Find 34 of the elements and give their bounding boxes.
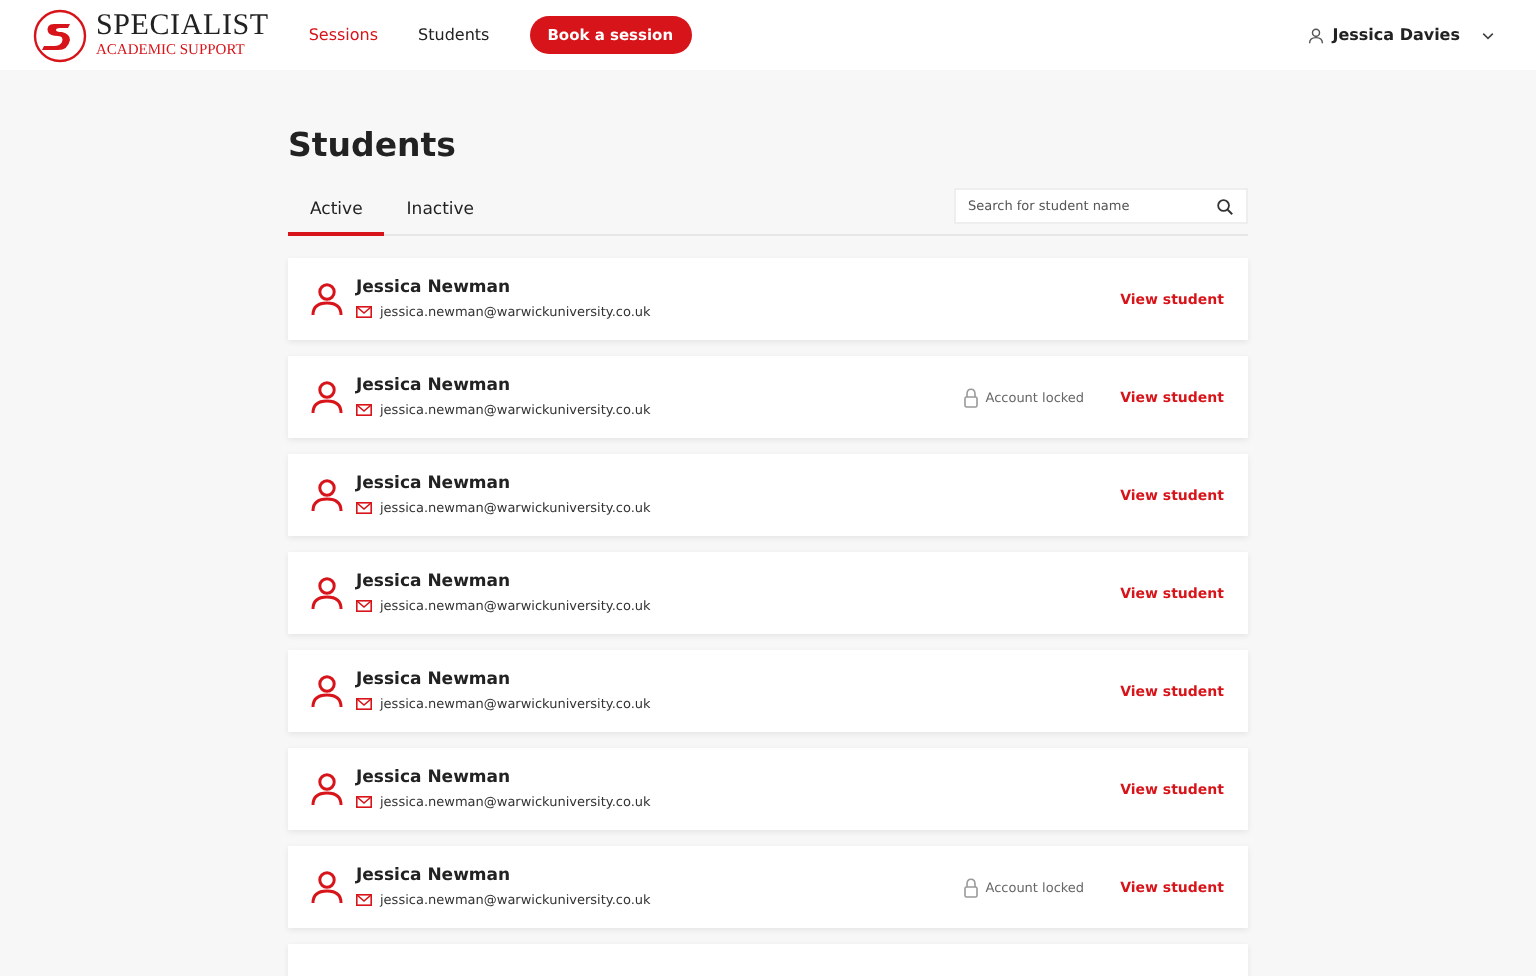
student-name: Jessica Newman (356, 376, 513, 396)
person-icon (310, 870, 344, 904)
person-icon (310, 674, 344, 708)
envelope-icon (356, 502, 372, 514)
person-icon (310, 772, 344, 806)
person-icon (310, 380, 344, 414)
student-name: Jessica Newman (356, 474, 513, 494)
envelope-icon (356, 894, 372, 906)
person-icon (310, 282, 344, 316)
tab[interactable]: Inactive (384, 192, 497, 236)
student-name: Jessica Newman (356, 572, 513, 592)
tab[interactable]: Active (288, 192, 385, 236)
person-icon (310, 576, 344, 610)
student-name: Jessica Newman (356, 768, 513, 788)
search-icon[interactable] (1216, 197, 1234, 215)
student-name: Jessica Newman (356, 866, 513, 886)
user-icon (1308, 27, 1325, 43)
envelope-icon (356, 306, 372, 318)
padlock-icon (963, 387, 978, 407)
logo-icon (32, 7, 88, 63)
user-menu[interactable]: Jessica Davies (1300, 26, 1504, 44)
envelope-icon (356, 796, 372, 808)
envelope-icon (356, 600, 372, 612)
chevron-down-icon (1480, 27, 1496, 43)
logo-title: SPECIALIST (96, 12, 269, 43)
envelope-icon (356, 404, 372, 416)
envelope-icon (356, 698, 372, 710)
person-icon (310, 478, 344, 512)
student-name: Jessica Newman (356, 278, 513, 298)
page-title: Students (288, 126, 458, 164)
student-name: Jessica Newman (356, 670, 513, 690)
nav-link[interactable]: Sessions (308, 26, 379, 44)
padlock-icon (963, 877, 978, 897)
nav-link[interactable]: Students (418, 26, 490, 44)
